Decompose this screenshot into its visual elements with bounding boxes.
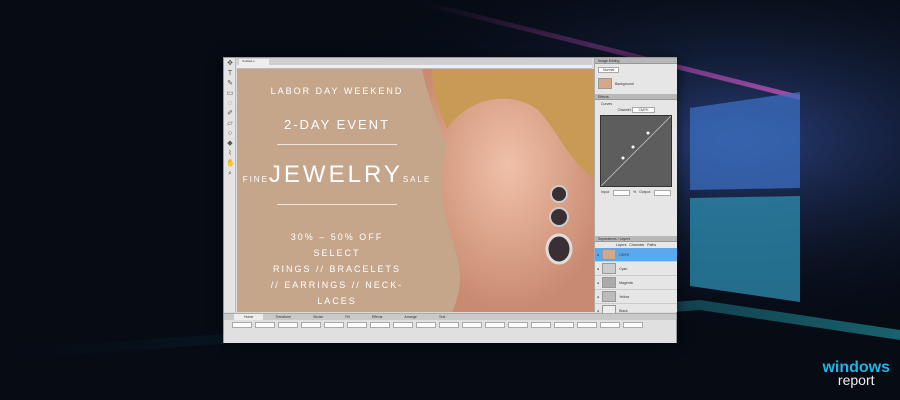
tab-channels[interactable]: Channels bbox=[629, 243, 644, 247]
output-label: Output: bbox=[639, 190, 651, 194]
eye-icon[interactable]: ● bbox=[597, 295, 599, 299]
zoom-tool-icon[interactable]: ⌕ bbox=[226, 170, 234, 178]
layer-label: Magenta bbox=[619, 280, 633, 285]
eye-icon[interactable]: ● bbox=[597, 253, 599, 257]
height-field[interactable] bbox=[485, 322, 505, 328]
eraser-tool-icon[interactable]: ▱ bbox=[226, 120, 234, 128]
field[interactable] bbox=[508, 322, 528, 328]
curve-line bbox=[600, 115, 672, 187]
toolbox: ✥ T ✎ ▭ ◌ ✐ ▱ ○ ◆ ⌇ ✋ ⌕ bbox=[224, 58, 236, 312]
ad-offer: 30% – 50% OFF SELECT RINGS // BRACELETS … bbox=[237, 229, 437, 309]
right-panel: Image Editing Normal Background Effects … bbox=[594, 58, 677, 318]
layer-label: Cyan bbox=[619, 266, 628, 271]
canvas[interactable]: LABOR DAY WEEKEND 2-DAY EVENT FINEJEWELR… bbox=[237, 69, 594, 312]
layer-row[interactable]: ● Cyan bbox=[595, 262, 677, 276]
ad-jewelry: JEWELRY bbox=[268, 161, 403, 188]
ad-sale: SALE bbox=[402, 175, 432, 184]
tab-home[interactable]: Home bbox=[234, 314, 264, 320]
input-label: Input: bbox=[601, 190, 610, 194]
tab-stroke[interactable]: Stroke bbox=[303, 314, 333, 320]
field[interactable] bbox=[577, 322, 597, 328]
eye-icon[interactable]: ● bbox=[597, 309, 599, 313]
width-field[interactable] bbox=[255, 322, 275, 328]
tab-arrange[interactable]: Arrange bbox=[394, 314, 426, 320]
layer-thumbnail bbox=[598, 78, 612, 89]
eye-icon[interactable]: ● bbox=[597, 281, 599, 285]
field[interactable] bbox=[623, 322, 643, 328]
field[interactable] bbox=[324, 322, 344, 328]
layer-row[interactable]: ● Yellow bbox=[595, 290, 677, 304]
fill-tool-icon[interactable]: ◆ bbox=[226, 140, 234, 148]
windows-report-logo: windows report bbox=[822, 360, 890, 388]
document-tabs: Untitled-1 bbox=[237, 58, 592, 65]
field[interactable] bbox=[416, 322, 436, 328]
ad-title: FINEJEWELRYSALE bbox=[237, 161, 437, 189]
layer-label: CMYK bbox=[619, 252, 630, 257]
layer-label: Black bbox=[619, 308, 628, 313]
offer-line: 30% – 50% OFF bbox=[290, 232, 384, 242]
tab-transform[interactable]: Transform bbox=[265, 314, 301, 320]
lasso-tool-icon[interactable]: ◌ bbox=[226, 100, 234, 108]
move-tool-icon[interactable]: ✥ bbox=[226, 60, 234, 68]
input-field[interactable] bbox=[612, 190, 631, 196]
field[interactable] bbox=[347, 322, 367, 328]
pct: % bbox=[633, 190, 637, 194]
hand-tool-icon[interactable]: ✋ bbox=[226, 160, 235, 168]
brush-tool-icon[interactable]: ✐ bbox=[226, 110, 234, 118]
tab-text[interactable]: Text bbox=[429, 314, 455, 320]
field[interactable] bbox=[370, 322, 390, 328]
layer-row[interactable]: ● Magenta bbox=[595, 276, 677, 290]
image-editor-window: ✥ T ✎ ▭ ◌ ✐ ▱ ○ ◆ ⌇ ✋ ⌕ Untitled-1 LABOR… bbox=[223, 57, 677, 343]
layer-label: Yellow bbox=[619, 294, 630, 299]
pen-tool-icon[interactable]: ✎ bbox=[226, 80, 234, 88]
ad-text: LABOR DAY WEEKEND 2-DAY EVENT FINEJEWELR… bbox=[237, 69, 437, 312]
output-field[interactable] bbox=[653, 190, 671, 196]
tab-effects[interactable]: Effects bbox=[362, 314, 393, 320]
field[interactable] bbox=[554, 322, 574, 328]
field[interactable] bbox=[600, 322, 620, 328]
offer-line: SELECT bbox=[313, 248, 361, 258]
angle-field[interactable] bbox=[278, 322, 298, 328]
offer-line: // EARRINGS // NECK- bbox=[270, 280, 404, 290]
curves-graph[interactable] bbox=[600, 115, 672, 187]
shear-field[interactable] bbox=[301, 322, 321, 328]
offer-line: LACES bbox=[317, 296, 357, 306]
eye-icon[interactable]: ● bbox=[597, 267, 599, 271]
field[interactable] bbox=[439, 322, 459, 328]
x-field[interactable] bbox=[232, 322, 252, 328]
shape-tool-icon[interactable]: ○ bbox=[226, 130, 234, 138]
properties-bar: Home Transform Stroke Fill Effects Arran… bbox=[224, 313, 676, 343]
tab-layers[interactable]: Layers bbox=[616, 243, 627, 247]
divider bbox=[277, 144, 397, 145]
channel-label: Channel: bbox=[617, 108, 632, 112]
layer-name: Background bbox=[615, 81, 634, 86]
ad-event: 2-DAY EVENT bbox=[283, 117, 391, 132]
tab-fill[interactable]: Fill bbox=[335, 314, 359, 320]
field[interactable] bbox=[393, 322, 413, 328]
select-tool-icon[interactable]: ▭ bbox=[226, 90, 234, 98]
field[interactable] bbox=[531, 322, 551, 328]
eyedropper-tool-icon[interactable]: ⌇ bbox=[226, 150, 234, 158]
ad-headline: LABOR DAY WEEKEND bbox=[270, 86, 404, 96]
y-field[interactable] bbox=[462, 322, 482, 328]
property-fields bbox=[224, 320, 676, 330]
divider bbox=[277, 204, 397, 205]
layer-row[interactable]: ● CMYK bbox=[595, 248, 677, 262]
offer-line: RINGS // BRACELETS bbox=[272, 264, 402, 274]
ad-fine: FINE bbox=[242, 175, 269, 184]
tab-paths[interactable]: Paths bbox=[647, 243, 656, 247]
text-tool-icon[interactable]: T bbox=[226, 70, 234, 78]
mode-select[interactable]: Normal bbox=[598, 67, 620, 73]
channel-select[interactable]: CMYK bbox=[632, 107, 655, 113]
